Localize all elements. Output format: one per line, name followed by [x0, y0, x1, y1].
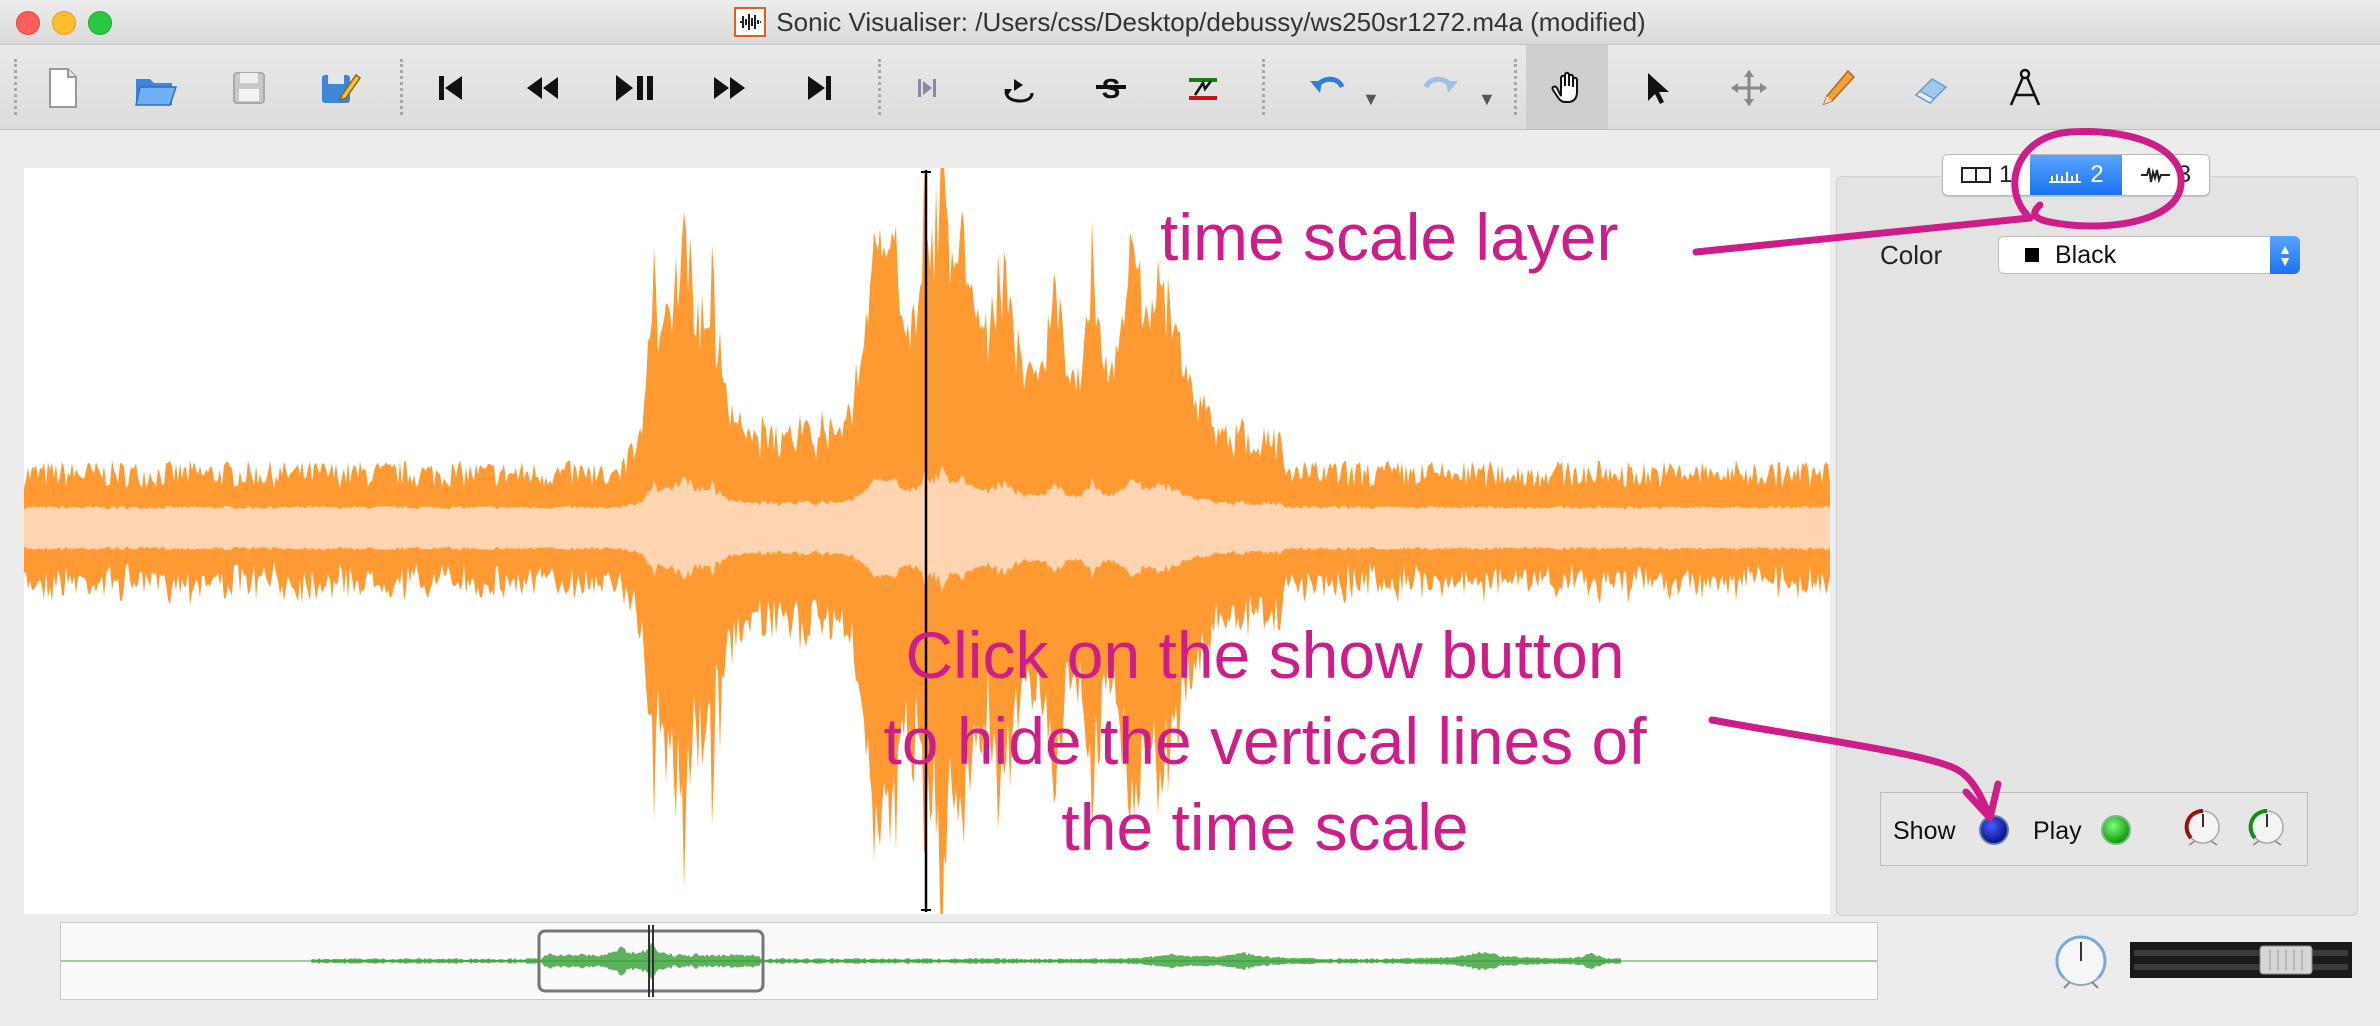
- tab-layer-1-label: 1: [1999, 161, 2013, 188]
- instruction-line-1: Click on the show button: [905, 618, 1625, 692]
- color-label: Color: [1880, 240, 1943, 270]
- output-level-meter[interactable]: [2130, 942, 2352, 978]
- layer-tabs: 1 2 3: [1942, 154, 2211, 196]
- toolbar: S ▼ ▼: [0, 45, 2380, 130]
- overview-pane[interactable]: [60, 922, 1878, 1000]
- open-file-icon[interactable]: [128, 61, 182, 115]
- redo-icon[interactable]: [1414, 61, 1468, 115]
- tab-layer-1[interactable]: 1: [1943, 155, 2030, 195]
- playback-speed-knob-icon[interactable]: [2050, 930, 2112, 992]
- tab-layer-3-label: 3: [2177, 161, 2192, 188]
- select-tool-icon[interactable]: [1630, 61, 1684, 115]
- instruction-line-2: to hide the vertical lines of: [883, 704, 1647, 778]
- tab-layer-3[interactable]: 3: [2122, 155, 2209, 195]
- overview-wave-shape: [311, 942, 1621, 980]
- move-tool-icon[interactable]: [1722, 61, 1776, 115]
- undo-dropdown-icon[interactable]: ▼: [1362, 89, 1380, 110]
- new-file-icon[interactable]: [36, 61, 90, 115]
- play-toggle-button[interactable]: [2101, 815, 2131, 845]
- show-label: Show: [1893, 817, 1956, 845]
- gain-knob-icon[interactable]: [2181, 805, 2225, 849]
- time-scale-annotation: time scale layer: [1160, 200, 1619, 274]
- undo-icon[interactable]: [1300, 61, 1354, 115]
- save-file-icon[interactable]: [222, 61, 276, 115]
- solo-icon[interactable]: S: [1084, 61, 1138, 115]
- fast-forward-end-icon[interactable]: [792, 61, 846, 115]
- erase-tool-icon[interactable]: [1904, 61, 1958, 115]
- play-pause-icon[interactable]: [608, 61, 662, 115]
- rewind-start-icon[interactable]: [424, 61, 478, 115]
- save-session-icon[interactable]: [312, 61, 366, 115]
- pane-icon: [1961, 167, 1991, 183]
- title-bar: Sonic Visualiser: /Users/css/Desktop/deb…: [0, 0, 2380, 45]
- play-label: Play: [2033, 817, 2082, 845]
- app-icon: [734, 7, 767, 37]
- instruction-line-3: the time scale: [1061, 790, 1469, 864]
- loop-icon[interactable]: [992, 61, 1046, 115]
- align-icon[interactable]: [1176, 61, 1230, 115]
- color-select[interactable]: Black ▲ ▼: [1998, 236, 2300, 274]
- layer-controls: Show Play: [1880, 792, 2308, 866]
- redo-dropdown-icon[interactable]: ▼: [1478, 89, 1496, 110]
- measure-tool-icon[interactable]: [1998, 61, 2052, 115]
- select-arrows-icon: ▲ ▼: [2270, 236, 2300, 274]
- time-ruler-icon: [2049, 172, 2082, 183]
- tab-layer-2-label: 2: [2090, 161, 2104, 188]
- pan-knob-icon[interactable]: [2245, 805, 2289, 849]
- show-toggle-button[interactable]: [1979, 815, 2009, 845]
- constrain-playback-icon[interactable]: [900, 61, 954, 115]
- waveform-icon: [2140, 167, 2170, 184]
- fast-forward-icon[interactable]: [702, 61, 756, 115]
- instruction-annotation: Click on the show button to hide the ver…: [800, 612, 1730, 870]
- color-value: Black: [2055, 240, 2117, 269]
- navigate-tool-icon[interactable]: [1526, 45, 1608, 129]
- window-title: Sonic Visualiser: /Users/css/Desktop/deb…: [776, 6, 1646, 37]
- tab-layer-2[interactable]: 2: [2030, 155, 2122, 195]
- draw-tool-icon[interactable]: [1812, 61, 1866, 115]
- rewind-icon[interactable]: [516, 61, 570, 115]
- color-swatch: [2025, 248, 2039, 262]
- overview-waveform: [61, 942, 1877, 980]
